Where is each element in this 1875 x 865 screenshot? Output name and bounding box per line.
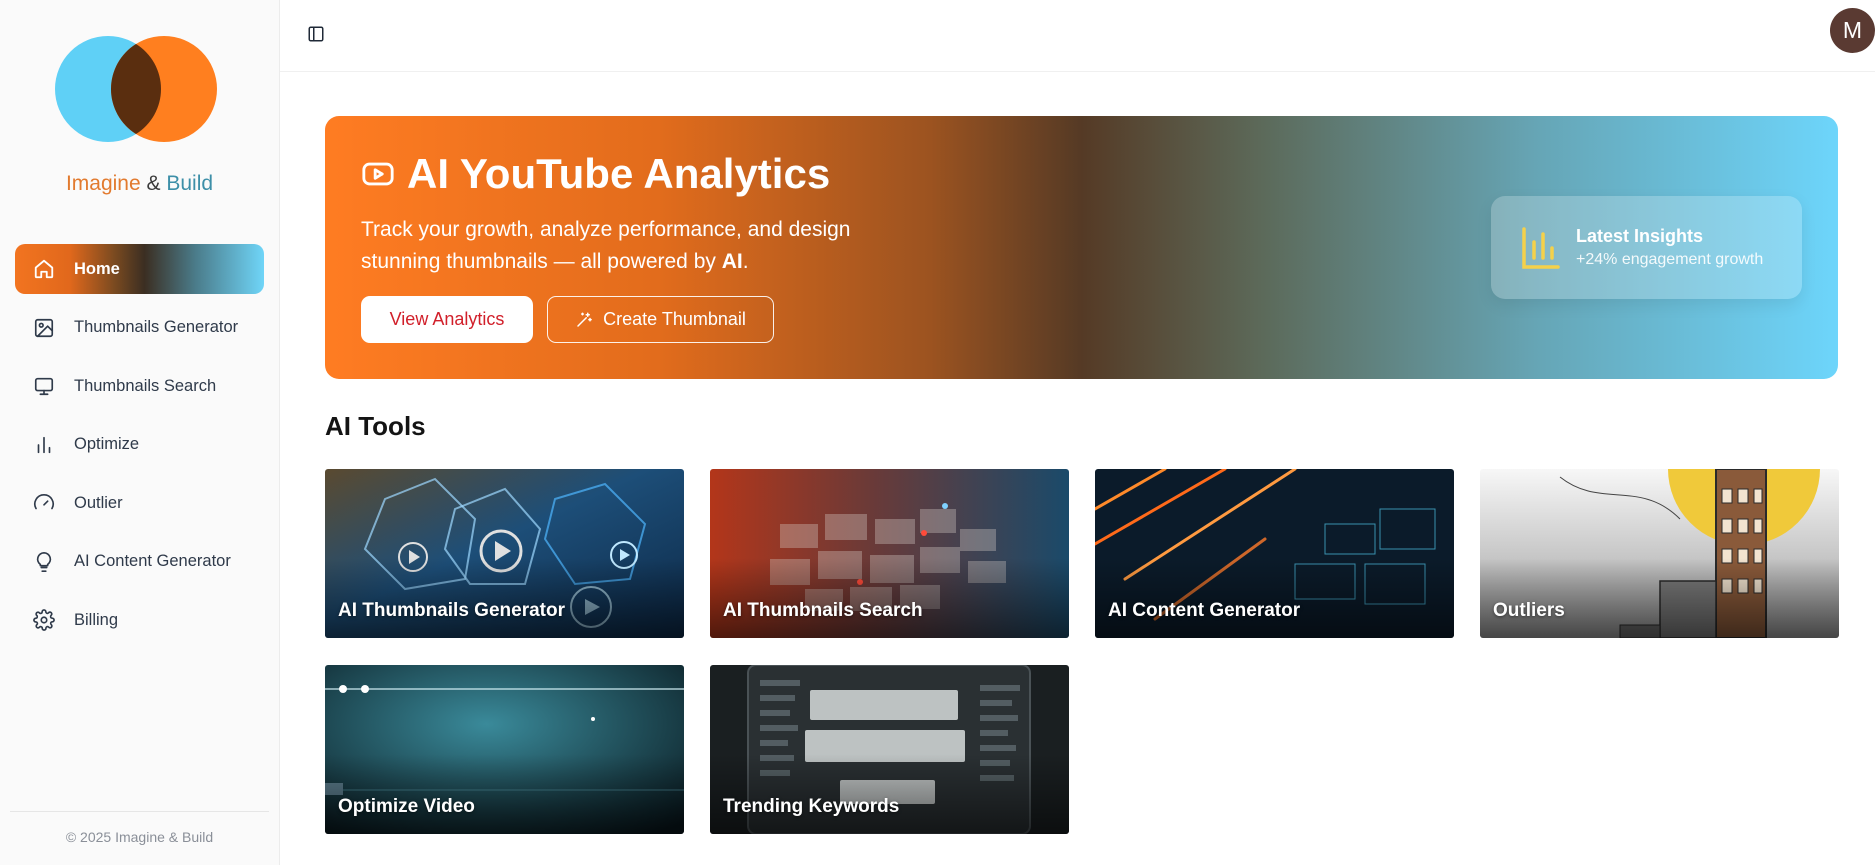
monitor-icon: [32, 374, 56, 398]
card-label: Optimize Video: [338, 796, 475, 817]
magic-wand-icon: [577, 312, 592, 327]
card-shade: [710, 558, 1069, 638]
card-shade: [325, 558, 684, 638]
hero-subtitle-text: Track your growth, analyze performance, …: [361, 218, 851, 273]
sidebar-item-label: Optimize: [74, 435, 140, 453]
tool-card-optimize-video[interactable]: Optimize Video: [325, 665, 684, 834]
home-icon: [32, 257, 56, 281]
avatar[interactable]: M: [1830, 8, 1875, 53]
tool-card-thumbnails-search[interactable]: AI Thumbnails Search: [710, 469, 1069, 638]
card-label: Trending Keywords: [723, 796, 900, 817]
sidebar-item-thumbnails-generator[interactable]: Thumbnails Generator: [15, 303, 264, 353]
hero-banner: AI YouTube Analytics Track your growth, …: [325, 116, 1838, 379]
panel-left-icon: [308, 26, 324, 42]
card-label: AI Content Generator: [1108, 600, 1301, 621]
sidebar-toggle-button[interactable]: [304, 22, 328, 46]
sidebar-item-label: Thumbnails Search: [74, 376, 217, 395]
gear-icon: [32, 608, 56, 632]
tool-card-ai-content-generator[interactable]: AI Content Generator: [1095, 469, 1454, 638]
sidebar-item-outlier[interactable]: Outlier: [15, 478, 264, 528]
gauge-icon: [32, 491, 56, 515]
brand-name: Imagine & Build: [0, 172, 279, 196]
hero-subtitle: Track your growth, analyze performance, …: [361, 214, 901, 278]
insights-title: Latest Insights: [1576, 226, 1704, 246]
sidebar-nav: Home Thumbnails Generator Thumbnails Sea…: [0, 244, 279, 645]
sidebar-item-optimize[interactable]: Optimize: [15, 420, 264, 470]
sidebar-item-label: AI Content Generator: [74, 552, 231, 570]
sidebar-item-label: Outlier: [74, 493, 123, 512]
sidebar-item-thumbnails-search[interactable]: Thumbnails Search: [15, 361, 264, 411]
sidebar-item-billing[interactable]: Billing: [15, 595, 264, 645]
bar-chart-icon: [32, 433, 56, 457]
card-shade: [710, 754, 1069, 834]
main-content: M AI YouTube Analytics Track your growth…: [280, 0, 1875, 865]
topbar: M: [280, 0, 1875, 72]
tool-card-outliers[interactable]: Outliers: [1480, 469, 1839, 638]
chart-icon: [1522, 227, 1560, 269]
hero-title-text: AI YouTube Analytics: [407, 150, 831, 197]
brand-word-2: Build: [166, 172, 214, 195]
sidebar-item-label: Thumbnails Generator: [74, 318, 239, 336]
card-label: AI Thumbnails Search: [723, 600, 923, 621]
card-shade: [325, 754, 684, 834]
ai-tools-title: AI Tools: [325, 411, 426, 441]
insights-card: Latest Insights +24% engagement growth: [1491, 196, 1802, 299]
create-thumbnail-label: Create Thumbnail: [603, 309, 746, 329]
insights-text: +24% engagement growth: [1576, 251, 1764, 268]
tool-card-trending-keywords[interactable]: Trending Keywords: [710, 665, 1069, 834]
sidebar-item-ai-content-generator[interactable]: AI Content Generator: [15, 537, 264, 587]
image-icon: [32, 316, 56, 340]
hero-subtitle-suffix: .: [742, 250, 749, 273]
brand-word-1: Imagine: [65, 172, 141, 195]
tool-card-thumbnails-generator[interactable]: AI Thumbnails Generator: [325, 469, 684, 638]
brand-logo: [0, 36, 279, 154]
hero-title: AI YouTube Analytics: [361, 150, 830, 198]
sidebar-item-home[interactable]: Home: [15, 244, 264, 294]
view-analytics-button[interactable]: View Analytics: [361, 296, 533, 343]
card-label: AI Thumbnails Generator: [338, 600, 565, 621]
brand-ampersand: &: [146, 172, 161, 195]
card-shade: [1095, 558, 1454, 638]
youtube-icon: [362, 162, 394, 186]
sidebar-footer: © 2025 Imagine & Build: [10, 811, 269, 865]
sidebar: Imagine & Build Home Thumbnails Generato…: [0, 0, 280, 865]
create-thumbnail-button[interactable]: Create Thumbnail: [547, 296, 774, 343]
card-label: Outliers: [1493, 600, 1565, 621]
lightbulb-icon: [32, 550, 56, 574]
sidebar-item-label: Billing: [74, 610, 119, 629]
card-shade: [1480, 558, 1839, 638]
hero-subtitle-bold: AI: [721, 250, 743, 273]
sidebar-item-label: Home: [74, 259, 120, 278]
